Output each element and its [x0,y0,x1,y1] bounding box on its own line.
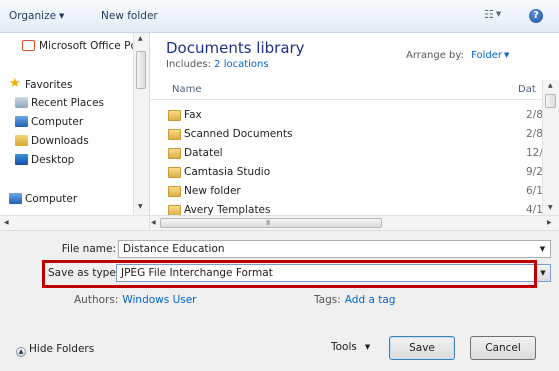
authors-field: Authors: Windows User [74,294,197,306]
collapse-up-icon: ▲ [16,347,26,357]
file-row-avery-templates[interactable]: Avery Templates 4/1( [150,201,542,215]
highlight-box [42,260,537,288]
nav-item-computer-fav[interactable]: Computer [0,113,133,131]
folder-icon [168,148,181,159]
file-date: 4/1( [526,204,542,215]
chevron-down-icon: ▼ [495,10,502,18]
file-name-input[interactable]: Distance Education ▼ [118,240,551,258]
includes-label: Includes: [166,59,211,70]
scroll-thumb[interactable]: III [160,218,382,228]
command-bar: Organize ▼ New folder ☷ ▼ ? [0,0,559,33]
chevron-down-icon: ▼ [364,343,371,351]
scroll-up-icon[interactable]: ▲ [548,82,553,89]
folder-icon [168,167,181,178]
chevron-down-icon[interactable]: ▼ [504,51,509,59]
file-row-new-folder[interactable]: New folder 6/1/ [150,182,546,201]
file-name: Scanned Documents [184,128,293,140]
recent-places-icon [15,97,28,108]
nav-item-computer[interactable]: Computer [0,190,133,208]
star-icon: ★ [9,76,21,91]
nav-vertical-scrollbar[interactable]: ▲ ▼ [133,33,149,215]
folder-icon [168,205,181,215]
file-row-datatel[interactable]: Datatel 12/: [150,144,546,163]
computer-icon [9,193,22,204]
file-name-label: File name: [61,243,116,255]
scroll-up-icon[interactable]: ▲ [138,35,143,42]
nav-horizontal-scrollbar[interactable]: ◀ [0,215,149,230]
scroll-down-icon[interactable]: ▼ [138,203,143,210]
organize-button[interactable]: Organize ▼ [9,10,64,22]
change-view-button[interactable]: ☷ ▼ [484,8,510,23]
scroll-down-icon[interactable]: ▼ [548,204,553,211]
nav-item-desktop[interactable]: Desktop [0,151,133,169]
file-row-fax[interactable]: Fax 2/8/ [150,106,546,125]
save-button[interactable]: Save [389,336,455,360]
chevron-down-icon[interactable]: ▼ [535,265,550,281]
includes-locations-link[interactable]: 2 locations [214,59,268,70]
file-name: New folder [184,185,241,197]
navigation-pane: Microsoft Office Pc ★ Favorites Recent P… [0,33,150,230]
scroll-right-icon[interactable]: ▶ [547,219,552,226]
file-name: Datatel [184,147,223,159]
content-vertical-scrollbar[interactable]: ▲ ▼ [542,80,559,216]
content-horizontal-scrollbar[interactable]: ◀ III ▶ [150,215,559,230]
view-grid-icon: ☷ [484,8,494,21]
library-includes: Includes: 2 locations [166,59,269,70]
tools-button[interactable]: Tools ▼ [331,341,370,353]
authors-value[interactable]: Windows User [122,294,196,306]
chevron-down-icon: ▼ [59,12,65,20]
file-name-value: Distance Education [123,243,225,255]
nav-item-office[interactable]: Microsoft Office Pc [0,37,137,55]
tags-label: Tags: [314,294,341,306]
column-header-name[interactable]: Name [172,84,202,95]
column-header-row: Name Dat [150,80,542,100]
nav-item-recent-places[interactable]: Recent Places [0,94,133,112]
new-folder-button[interactable]: New folder [101,10,158,22]
file-row-scanned-documents[interactable]: Scanned Documents 2/8/ [150,125,546,144]
nav-item-label: Favorites [25,79,73,91]
cancel-button[interactable]: Cancel [470,336,536,360]
nav-item-label: Recent Places [31,97,105,109]
column-header-date[interactable]: Dat [518,84,536,95]
chevron-down-icon[interactable]: ▼ [535,241,550,257]
arrange-label: Arrange by: [406,50,464,61]
tags-field: Tags: Add a tag [314,294,395,306]
add-tag-link[interactable]: Add a tag [345,294,396,306]
nav-item-label: Downloads [31,135,89,147]
file-name: Camtasia Studio [184,166,271,178]
file-list-pane: Documents library Includes: 2 locations … [150,33,559,230]
scroll-thumb[interactable] [545,94,556,108]
nav-item-label: Desktop [31,154,75,166]
folder-icon [168,129,181,140]
desktop-icon [15,154,28,165]
tools-label: Tools [331,341,357,353]
folder-icon [168,110,181,121]
save-panel: File name: Distance Education ▼ Save as … [0,230,559,371]
nav-item-downloads[interactable]: Downloads [0,132,133,150]
folder-icon [168,186,181,197]
authors-label: Authors: [74,294,119,306]
arrange-by: Arrange by: Folder ▼ [406,50,509,61]
arrange-by-dropdown[interactable]: Folder [471,50,502,61]
nav-item-favorites[interactable]: ★ Favorites [0,76,133,94]
nav-item-label: Computer [31,116,84,128]
scroll-left-icon[interactable]: ◀ [151,219,156,226]
scroll-thumb[interactable] [136,51,146,89]
file-row-camtasia-studio[interactable]: Camtasia Studio 9/2 [150,163,543,182]
downloads-icon [15,135,28,146]
nav-item-label: Microsoft Office Pc [39,40,137,52]
hide-folders-button[interactable]: ▲ Hide Folders [16,343,94,357]
grip-icon: III [266,219,270,227]
nav-item-label: Computer [25,193,78,205]
scroll-left-icon[interactable]: ◀ [4,219,9,226]
office-icon [22,40,35,51]
file-name: Fax [184,109,202,121]
hide-folders-label: Hide Folders [29,343,95,355]
computer-icon [15,116,28,127]
file-date: 9/2 [526,166,543,178]
help-icon[interactable]: ? [529,9,543,23]
organize-label: Organize [9,10,57,22]
file-name: Avery Templates [184,204,271,215]
library-title: Documents library [166,39,305,57]
